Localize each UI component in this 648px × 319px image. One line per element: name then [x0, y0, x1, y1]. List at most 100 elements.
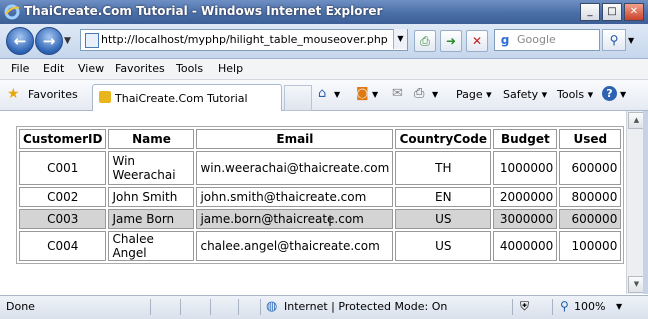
text-cursor-icon: I [328, 214, 333, 230]
page-menu-label: Page [456, 88, 483, 101]
header-country-code: CountryCode [395, 129, 492, 149]
cell-customer-id: C001 [19, 151, 107, 185]
menu-help[interactable]: Help [218, 62, 243, 75]
back-button[interactable]: ← [6, 27, 34, 55]
favorites-star-icon: ★ [7, 86, 20, 102]
header-budget: Budget [493, 129, 558, 149]
menu-favorites[interactable]: Favorites [115, 62, 165, 75]
menu-tools[interactable]: Tools [176, 62, 203, 75]
header-used: Used [559, 129, 622, 149]
zoom-icon[interactable]: ⚲ [560, 299, 569, 313]
forward-button[interactable]: → [35, 27, 63, 55]
table-row-highlighted[interactable]: C003 Jame Born jame.born@thaicreate.com … [19, 209, 622, 229]
window-title: ThaiCreate.Com Tutorial - Windows Intern… [24, 4, 383, 18]
security-zone[interactable]: Internet | Protected Mode: On [284, 300, 447, 313]
status-divider [512, 299, 513, 315]
ie-logo-icon [4, 4, 20, 20]
status-divider [150, 299, 151, 315]
search-button[interactable]: ⚲ [602, 29, 626, 51]
address-field[interactable]: http://localhost/myphp/hilight_table_mou… [80, 29, 408, 51]
history-dropdown-icon[interactable]: ▼ [64, 36, 71, 46]
header-email: Email [196, 129, 394, 149]
status-divider [260, 299, 261, 315]
tools-menu-button[interactable]: Tools ▾ [557, 88, 593, 101]
cell-name: John Smith [108, 187, 195, 207]
address-dropdown-icon[interactable]: ▼ [393, 29, 407, 49]
safety-menu-label: Safety [503, 88, 539, 101]
menu-edit[interactable]: Edit [43, 62, 64, 75]
cell-name: Chalee Angel [108, 231, 195, 261]
cell-budget: 1000000 [493, 151, 558, 185]
help-dropdown-icon[interactable]: ▼ [620, 90, 626, 99]
back-arrow-icon: ← [13, 32, 27, 50]
refresh-icon: ➜ [445, 34, 457, 48]
forward-arrow-icon: → [42, 32, 56, 50]
menu-file[interactable]: File [11, 62, 29, 75]
status-text: Done [6, 300, 35, 313]
site-favicon-icon [99, 91, 111, 103]
cell-budget: 2000000 [493, 187, 558, 207]
zoom-level[interactable]: 100% [574, 300, 605, 313]
cell-country-code: US [395, 231, 492, 261]
search-placeholder: Google [517, 33, 556, 46]
header-customer-id: CustomerID [19, 129, 107, 149]
cell-email: chalee.angel@thaicreate.com [196, 231, 394, 261]
compatibility-icon: ⎙ [420, 34, 430, 48]
safety-menu-button[interactable]: Safety ▾ [503, 88, 547, 101]
page-icon [85, 33, 99, 48]
tools-menu-label: Tools [557, 88, 585, 101]
cell-budget: 4000000 [493, 231, 558, 261]
cell-country-code: US [395, 209, 492, 229]
cell-country-code: TH [395, 151, 492, 185]
help-icon[interactable]: ? [602, 86, 617, 101]
refresh-button[interactable]: ➜ [440, 30, 462, 52]
new-tab-button[interactable] [284, 85, 312, 111]
cell-used: 600000 [559, 151, 622, 185]
cell-budget: 3000000 [493, 209, 558, 229]
menu-view[interactable]: View [78, 62, 104, 75]
protected-mode-icon[interactable]: ⛨ [520, 299, 529, 314]
feeds-dropdown-icon[interactable]: ▼ [372, 90, 378, 99]
stop-icon: ✕ [471, 34, 483, 48]
cell-name: Jame Born [108, 209, 195, 229]
tab-active[interactable]: ThaiCreate.Com Tutorial [92, 84, 282, 111]
status-divider [210, 299, 211, 315]
favorites-button[interactable]: Favorites [28, 88, 78, 101]
close-button[interactable]: ✕ [624, 3, 644, 21]
cell-email: win.weerachai@thaicreate.com [196, 151, 394, 185]
url-text[interactable]: http://localhost/myphp/hilight_table_mou… [101, 33, 388, 46]
header-name: Name [108, 129, 195, 149]
search-input[interactable]: g Google [494, 29, 600, 51]
compatibility-view-button[interactable]: ⎙ [414, 30, 436, 52]
vertical-scrollbar[interactable]: ▲ ▼ [626, 111, 645, 294]
internet-globe-icon: ◍ [266, 299, 278, 314]
read-mail-icon[interactable]: ✉ [392, 86, 403, 101]
status-divider [180, 299, 181, 315]
table-row[interactable]: C004 Chalee Angel chalee.angel@thaicreat… [19, 231, 622, 261]
page-menu-button[interactable]: Page ▾ [456, 88, 492, 101]
cell-customer-id: C002 [19, 187, 107, 207]
cell-used: 800000 [559, 187, 622, 207]
print-dropdown-icon[interactable]: ▼ [432, 90, 438, 99]
cell-used: 100000 [559, 231, 622, 261]
title-bar: ThaiCreate.Com Tutorial - Windows Intern… [0, 0, 648, 24]
search-options-icon[interactable]: ▼ [628, 36, 634, 45]
home-dropdown-icon[interactable]: ▼ [334, 90, 340, 99]
google-icon: g [500, 33, 510, 47]
minimize-button[interactable]: _ [580, 3, 600, 21]
window-frame-edge [643, 111, 648, 294]
cell-used: 600000 [559, 209, 622, 229]
zoom-dropdown-icon[interactable]: ▼ [616, 302, 622, 311]
cell-country-code: EN [395, 187, 492, 207]
table-row[interactable]: C001 Win Weerachai win.weerachai@thaicre… [19, 151, 622, 185]
maximize-button[interactable]: □ [602, 3, 622, 21]
home-icon[interactable]: ⌂ [318, 86, 326, 101]
stop-button[interactable]: ✕ [466, 30, 488, 52]
table-header-row: CustomerID Name Email CountryCode Budget… [19, 129, 622, 149]
feeds-icon[interactable]: ◙ [356, 86, 369, 101]
customer-table: CustomerID Name Email CountryCode Budget… [16, 126, 625, 264]
print-icon[interactable]: ⎙ [414, 86, 424, 101]
table-row[interactable]: C002 John Smith john.smith@thaicreate.co… [19, 187, 622, 207]
favorites-bar: ★ Favorites ThaiCreate.Com Tutorial ⌂ ▼ … [0, 80, 648, 111]
tab-title: ThaiCreate.Com Tutorial [115, 92, 248, 105]
